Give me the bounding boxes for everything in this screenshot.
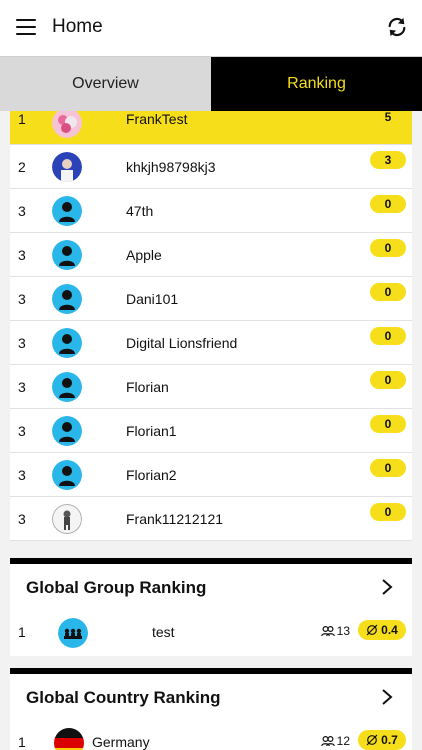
avatar: [52, 284, 82, 314]
user-name: Dani101: [126, 291, 179, 307]
rank-position: 3: [18, 247, 26, 263]
members-icon: [320, 625, 335, 637]
refresh-icon[interactable]: [386, 16, 408, 38]
members-icon: [320, 735, 335, 747]
user-name: 47th: [126, 203, 154, 219]
tab-bar: Overview Ranking: [0, 57, 422, 111]
ranking-row[interactable]: 3 Digital Lionsfriend 0: [10, 321, 412, 365]
points-badge: 0: [370, 371, 406, 389]
user-name: Apple: [126, 247, 162, 263]
average-value: 0.7: [381, 733, 398, 747]
app-header: Home: [0, 0, 422, 57]
rank-position: 2: [18, 159, 26, 175]
rank-position: 3: [18, 291, 26, 307]
ranking-row[interactable]: 3 Florian 0: [10, 365, 412, 409]
group-ranking-row[interactable]: 1 test 13 0.4: [10, 610, 412, 656]
group-icon: [58, 618, 88, 648]
user-name: Frank11212121: [126, 511, 224, 527]
points-badge: 0: [370, 327, 406, 345]
global-group-ranking-card: Global Group Ranking 1 test 13 0.4: [10, 558, 412, 656]
group-name: test: [152, 624, 175, 640]
average-icon: [366, 624, 378, 636]
average-icon: [366, 734, 378, 746]
country-name: Germany: [92, 734, 150, 750]
avatar: [52, 504, 82, 534]
group-average-badge: 0.4: [358, 620, 406, 640]
members-count-value: 13: [336, 624, 350, 638]
global-group-ranking-title: Global Group Ranking: [26, 578, 207, 597]
rank-position: 3: [18, 467, 26, 483]
ranking-row[interactable]: 3 Florian1 0: [10, 409, 412, 453]
group-members-count: 13: [320, 624, 350, 638]
global-country-ranking-title: Global Country Ranking: [26, 688, 221, 707]
points-badge: 0: [370, 459, 406, 477]
ranking-row[interactable]: 3 Dani101 0: [10, 277, 412, 321]
avatar: [52, 372, 82, 402]
user-name: FrankTest: [126, 111, 188, 127]
points-badge: 0: [370, 195, 406, 213]
ranking-row[interactable]: 3 Apple 0: [10, 233, 412, 277]
page-title: Home: [52, 16, 103, 37]
global-country-ranking-card: Global Country Ranking 1 Germany 12 0.7: [10, 668, 412, 750]
ranking-row[interactable]: 3 Frank11212121 0: [10, 497, 412, 541]
avatar: [52, 111, 82, 138]
global-country-ranking-header[interactable]: Global Country Ranking: [10, 674, 412, 720]
avatar: [52, 460, 82, 490]
members-count-value: 12: [336, 734, 350, 748]
avatar: [52, 328, 82, 358]
user-name: Florian: [126, 379, 169, 395]
avatar: [52, 152, 82, 182]
ranking-row[interactable]: 3 47th 0: [10, 189, 412, 233]
country-position: 1: [18, 734, 26, 750]
country-ranking-row[interactable]: 1 Germany 12 0.7: [10, 720, 412, 750]
user-ranking-list: 1 FrankTest 5 2 khkjh98798kj3 3 3 47th 0 3 Apple 0 3…: [10, 111, 412, 541]
hamburger-menu-icon[interactable]: [16, 19, 36, 37]
points-badge: 0: [370, 239, 406, 257]
user-name: khkjh98798kj3: [126, 159, 216, 175]
points-badge: 0: [370, 283, 406, 301]
group-position: 1: [18, 624, 26, 640]
points-badge: 3: [370, 151, 406, 169]
country-members-count: 12: [320, 734, 350, 748]
ranking-row[interactable]: 3 Florian2 0: [10, 453, 412, 497]
global-group-ranking-header[interactable]: Global Group Ranking: [10, 564, 412, 610]
user-name: Florian1: [126, 423, 177, 439]
user-name: Digital Lionsfriend: [126, 335, 238, 351]
points-badge: 0: [370, 415, 406, 433]
points-badge: 0: [370, 503, 406, 521]
points-badge: 5: [384, 111, 392, 124]
rank-position: 3: [18, 423, 26, 439]
avatar: [52, 416, 82, 446]
country-average-badge: 0.7: [358, 730, 406, 750]
germany-flag-icon: [54, 728, 84, 750]
avatar: [52, 196, 82, 226]
ranking-row[interactable]: 1 FrankTest 5: [10, 111, 412, 145]
rank-position: 3: [18, 335, 26, 351]
average-value: 0.4: [381, 623, 398, 637]
ranking-row[interactable]: 2 khkjh98798kj3 3: [10, 145, 412, 189]
rank-position: 3: [18, 379, 26, 395]
avatar: [52, 240, 82, 270]
chevron-right-icon[interactable]: [380, 578, 394, 596]
tab-ranking[interactable]: Ranking: [211, 57, 422, 111]
user-name: Florian2: [126, 467, 177, 483]
rank-position: 1: [18, 111, 26, 127]
rank-position: 3: [18, 203, 26, 219]
ranking-scroll-area[interactable]: 1 FrankTest 5 2 khkjh98798kj3 3 3 47th 0 3 Apple 0 3…: [0, 111, 422, 750]
tab-overview[interactable]: Overview: [0, 57, 211, 111]
chevron-right-icon[interactable]: [380, 688, 394, 706]
rank-position: 3: [18, 511, 26, 527]
